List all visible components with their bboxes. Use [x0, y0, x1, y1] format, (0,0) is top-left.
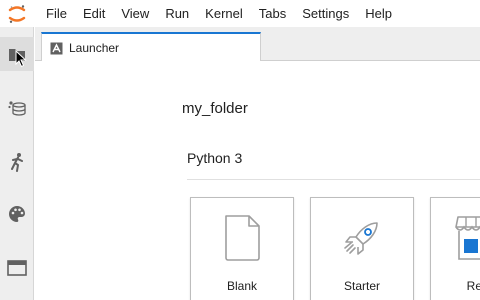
card-label-starter: Starter [343, 279, 380, 293]
running-kernels-icon [7, 98, 27, 118]
left-sidebar [0, 27, 34, 300]
menu-file[interactable]: File [34, 0, 75, 27]
jupyter-logo-icon[interactable] [0, 0, 34, 27]
section-title-python3: Python 3 [187, 150, 243, 166]
sidebar-item-themes[interactable] [0, 197, 34, 231]
menu-help[interactable]: Help [357, 0, 400, 27]
launcher-panel: my_folder Python 3 Blank Starter Re [35, 61, 480, 300]
menu-view[interactable]: View [113, 0, 157, 27]
menu-settings[interactable]: Settings [294, 0, 357, 27]
store-icon [431, 208, 480, 268]
tab-label: Launcher [69, 41, 120, 55]
menu-run[interactable]: Run [157, 0, 197, 27]
launcher-card-blank[interactable]: Blank [190, 197, 294, 300]
launcher-card-starter[interactable]: Starter [310, 197, 414, 300]
menu-tabs[interactable]: Tabs [251, 0, 294, 27]
sidebar-item-running[interactable] [0, 91, 34, 125]
palette-icon [8, 205, 26, 223]
main-area: Launcher my_folder Python 3 Blank Starte… [35, 27, 480, 300]
tab-launcher[interactable]: Launcher [41, 32, 261, 62]
jupyterlab-window: File Edit View Run Kernel Tabs Settings … [0, 0, 480, 300]
current-directory: my_folder [182, 100, 248, 117]
run-icon [9, 152, 25, 172]
sidebar-item-tabs[interactable] [0, 251, 34, 285]
tab-bar: Launcher [35, 27, 480, 62]
rocket-icon [311, 208, 413, 268]
card-label-retail: Retail [466, 279, 480, 293]
tabs-icon [7, 260, 27, 276]
launcher-card-retail[interactable]: Retail [430, 197, 480, 300]
blank-notebook-icon [191, 208, 293, 268]
folder-icon [8, 46, 26, 62]
card-label-blank: Blank [226, 279, 258, 293]
section-divider [187, 179, 480, 180]
sidebar-item-file-browser[interactable] [0, 37, 34, 71]
sidebar-item-commands[interactable] [0, 145, 34, 179]
menu-bar: File Edit View Run Kernel Tabs Settings … [0, 0, 480, 27]
menu-kernel[interactable]: Kernel [197, 0, 251, 27]
menu-edit[interactable]: Edit [75, 0, 113, 27]
launcher-icon [50, 42, 63, 55]
